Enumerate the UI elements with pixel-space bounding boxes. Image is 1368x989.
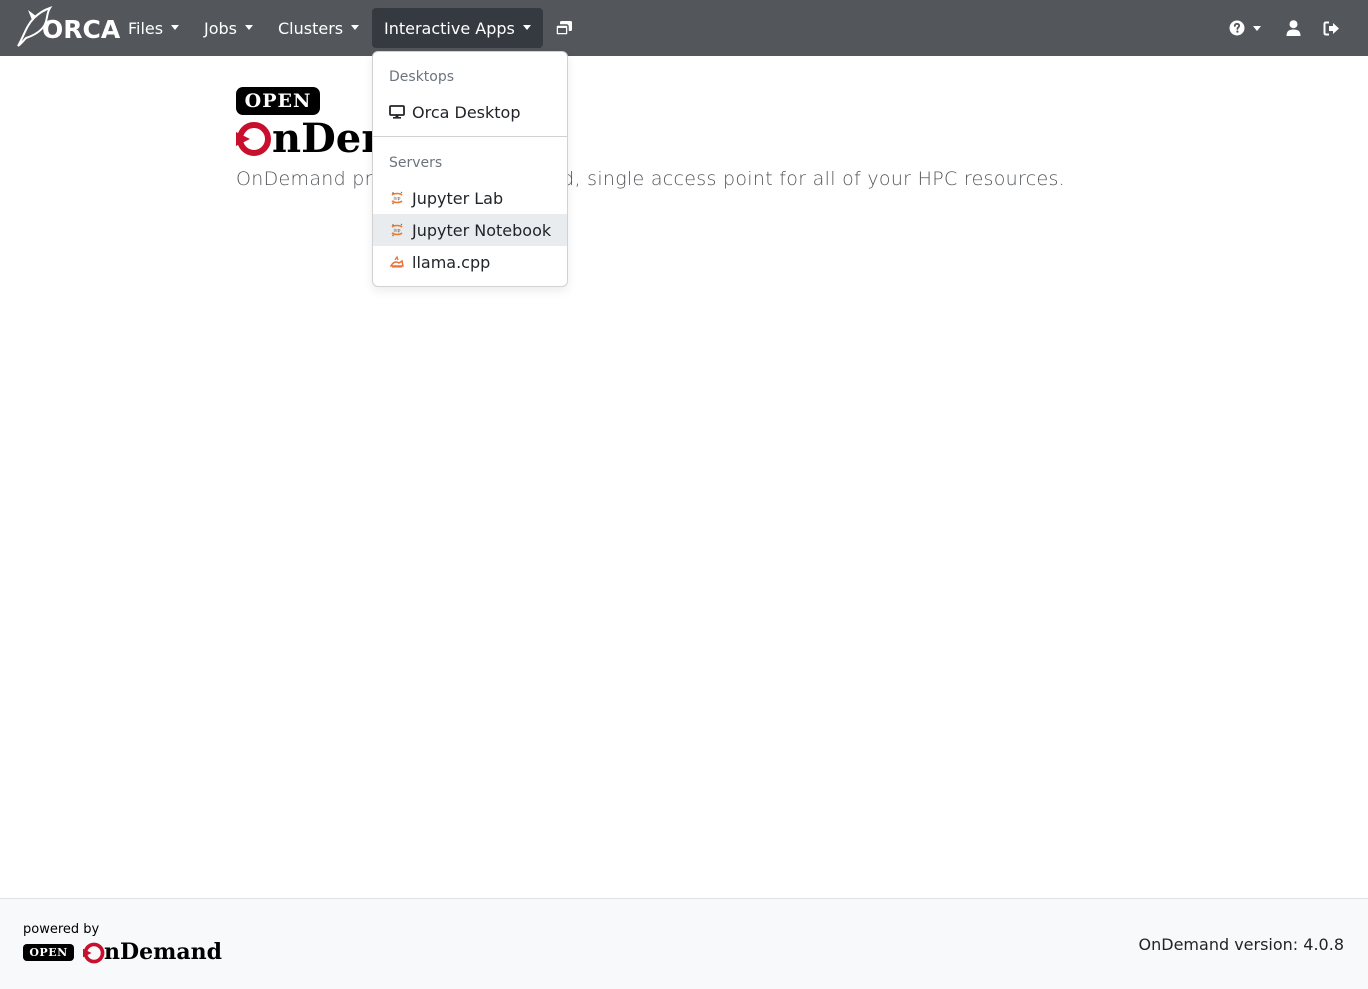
ondemand-version: OnDemand version: 4.0.8: [1138, 935, 1344, 954]
dropdown-item-orca-desktop[interactable]: Orca Desktop: [373, 96, 567, 128]
user-icon: [1286, 20, 1300, 36]
nav-interactive-apps-label: Interactive Apps: [384, 18, 515, 38]
footer: powered by OPEN nDemand OnDemand version…: [0, 898, 1368, 989]
dropdown-item-jupyter-notebook[interactable]: jup Jupyter Notebook: [373, 214, 567, 246]
brand-logo[interactable]: ORCA: [14, 6, 120, 50]
logout-icon: [1323, 21, 1339, 35]
windows-icon: [555, 21, 572, 36]
ondemand-o-icon: [236, 122, 271, 156]
open-badge: OPEN: [236, 87, 320, 115]
svg-text:jup: jup: [393, 196, 401, 202]
dropdown-divider: [373, 136, 567, 137]
tagline: OnDemand provides an integrated, single …: [236, 168, 1065, 190]
nav-files-label: Files: [128, 18, 164, 38]
ondemand-o-icon: [83, 942, 105, 964]
caret-down-icon: [351, 24, 360, 30]
footer-ondemand-wordmark-text: nDemand: [104, 939, 222, 965]
dropdown-header-servers: Servers: [389, 155, 443, 171]
desktop-icon: [389, 104, 405, 120]
my-sessions-button[interactable]: [552, 8, 576, 48]
interactive-apps-dropdown: Desktops Orca Desktop Servers jup Jupyte…: [372, 51, 568, 287]
nav-files[interactable]: Files: [116, 8, 191, 48]
caret-down-icon: [245, 24, 253, 30]
help-icon: [1229, 20, 1245, 36]
nav-interactive-apps[interactable]: Interactive Apps: [372, 8, 543, 48]
dropdown-item-llama-cpp[interactable]: llama.cpp: [373, 246, 567, 278]
dropdown-item-jupyter-lab[interactable]: jup Jupyter Lab: [373, 182, 567, 214]
nav-jobs-label: Jobs: [204, 18, 237, 38]
nav-jobs[interactable]: Jobs: [192, 8, 265, 48]
dropdown-item-label: Jupyter Lab: [412, 188, 504, 208]
powered-by-label: powered by: [23, 922, 100, 937]
caret-down-icon: [522, 24, 531, 30]
help-menu[interactable]: [1224, 8, 1266, 48]
caret-down-icon: [1253, 25, 1261, 31]
dropdown-item-label: llama.cpp: [412, 252, 491, 272]
nav-clusters-label: Clusters: [278, 18, 344, 38]
footer-open-badge: OPEN: [23, 944, 74, 961]
logout-button[interactable]: [1320, 8, 1342, 48]
dropdown-item-label: Jupyter Notebook: [412, 220, 552, 240]
llama-icon: [389, 254, 405, 270]
navbar: ORCA Files Jobs Clusters Interactive App…: [0, 0, 1368, 56]
jupyter-icon: jup: [389, 190, 405, 206]
nav-clusters[interactable]: Clusters: [266, 8, 371, 48]
brand-name: ORCA: [42, 15, 121, 44]
dropdown-header-desktops: Desktops: [389, 69, 455, 85]
jupyter-icon: jup: [389, 222, 405, 238]
svg-text:jup: jup: [393, 228, 401, 234]
dropdown-item-label: Orca Desktop: [412, 102, 521, 122]
caret-down-icon: [171, 24, 180, 30]
user-button[interactable]: [1282, 8, 1304, 48]
